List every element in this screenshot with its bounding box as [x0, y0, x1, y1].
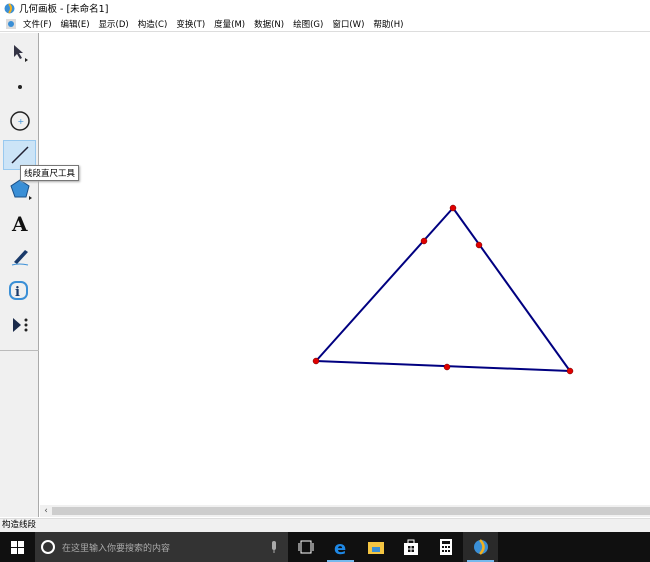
start-button[interactable]	[0, 532, 35, 562]
segment-left[interactable]	[315, 207, 454, 362]
menu-file[interactable]: 文件(F)	[23, 18, 52, 30]
status-bar: 构造线段	[0, 518, 650, 532]
app-icon	[4, 2, 15, 14]
title-bar: 几何画板 - [未命名1]	[0, 0, 650, 16]
menu-graph[interactable]: 绘图(G)	[293, 18, 323, 30]
segment-bottom[interactable]	[315, 360, 571, 372]
svg-text:e: e	[334, 539, 346, 555]
segment-icon	[10, 146, 29, 164]
microphone-icon[interactable]	[270, 540, 278, 554]
edge-icon: e	[334, 539, 346, 555]
point-icon	[17, 85, 22, 89]
scroll-left-icon[interactable]: ‹	[40, 506, 52, 516]
text-icon: A	[11, 212, 28, 234]
menu-data[interactable]: 数据(N)	[254, 18, 284, 30]
search-placeholder: 在这里输入你要搜索的内容	[62, 543, 171, 554]
circle-icon: +	[9, 111, 30, 131]
toolbox-divider	[0, 350, 39, 351]
calculator-icon	[439, 539, 452, 555]
point[interactable]	[449, 204, 457, 212]
menu-edit[interactable]: 编辑(E)	[61, 18, 90, 30]
cortana-icon	[41, 540, 55, 554]
text-tool[interactable]: A	[3, 208, 36, 238]
play-icon	[12, 318, 27, 332]
point[interactable]	[443, 363, 451, 371]
horizontal-scrollbar[interactable]: ‹	[40, 505, 650, 517]
menu-measure[interactable]: 度量(M)	[214, 18, 245, 30]
menu-display[interactable]: 显示(D)	[99, 18, 129, 30]
document-icon[interactable]	[6, 18, 16, 29]
marker-icon	[11, 250, 28, 266]
menu-transform[interactable]: 变换(T)	[176, 18, 205, 30]
custom-tool[interactable]	[3, 310, 36, 340]
information-tool[interactable]: i	[3, 276, 36, 306]
menu-window[interactable]: 窗口(W)	[332, 18, 364, 30]
point[interactable]	[475, 241, 483, 249]
task-view-button[interactable]	[288, 532, 323, 562]
svg-text:i: i	[15, 285, 20, 300]
taskbar-search[interactable]: 在这里输入你要搜索的内容	[35, 532, 288, 562]
point[interactable]	[420, 237, 428, 245]
calculator-button[interactable]	[428, 532, 463, 562]
menu-construct[interactable]: 构造(C)	[138, 18, 168, 30]
marker-tool[interactable]	[3, 242, 36, 272]
store-button[interactable]	[393, 532, 428, 562]
geometers-sketchpad-button[interactable]	[463, 532, 498, 562]
information-icon: i	[8, 281, 28, 300]
menu-help[interactable]: 帮助(H)	[373, 18, 403, 30]
window-title: 几何画板 - [未命名1]	[19, 4, 109, 15]
scroll-thumb[interactable]	[52, 507, 650, 515]
point[interactable]	[312, 357, 320, 365]
folder-icon	[367, 542, 384, 554]
compass-tool[interactable]: +	[3, 106, 36, 136]
svg-text:A: A	[11, 212, 28, 234]
file-explorer-button[interactable]	[358, 532, 393, 562]
task-view-icon	[298, 540, 313, 554]
store-icon	[403, 539, 418, 555]
toolbox: + A i	[0, 33, 39, 517]
taskbar: 在这里输入你要搜索的内容 e	[0, 532, 650, 562]
point[interactable]	[566, 367, 574, 375]
windows-icon	[11, 540, 24, 554]
arrow-icon	[13, 45, 28, 62]
svg-text:+: +	[17, 117, 24, 126]
segment-right[interactable]	[452, 207, 571, 372]
arrow-tool[interactable]	[3, 38, 36, 68]
sketchpad-icon	[473, 539, 488, 555]
sketch-canvas[interactable]	[40, 33, 650, 505]
menu-bar: 文件(F) 编辑(E) 显示(D) 构造(C) 变换(T) 度量(M) 数据(N…	[0, 16, 650, 32]
edge-button[interactable]: e	[323, 532, 358, 562]
point-tool[interactable]	[3, 72, 36, 102]
